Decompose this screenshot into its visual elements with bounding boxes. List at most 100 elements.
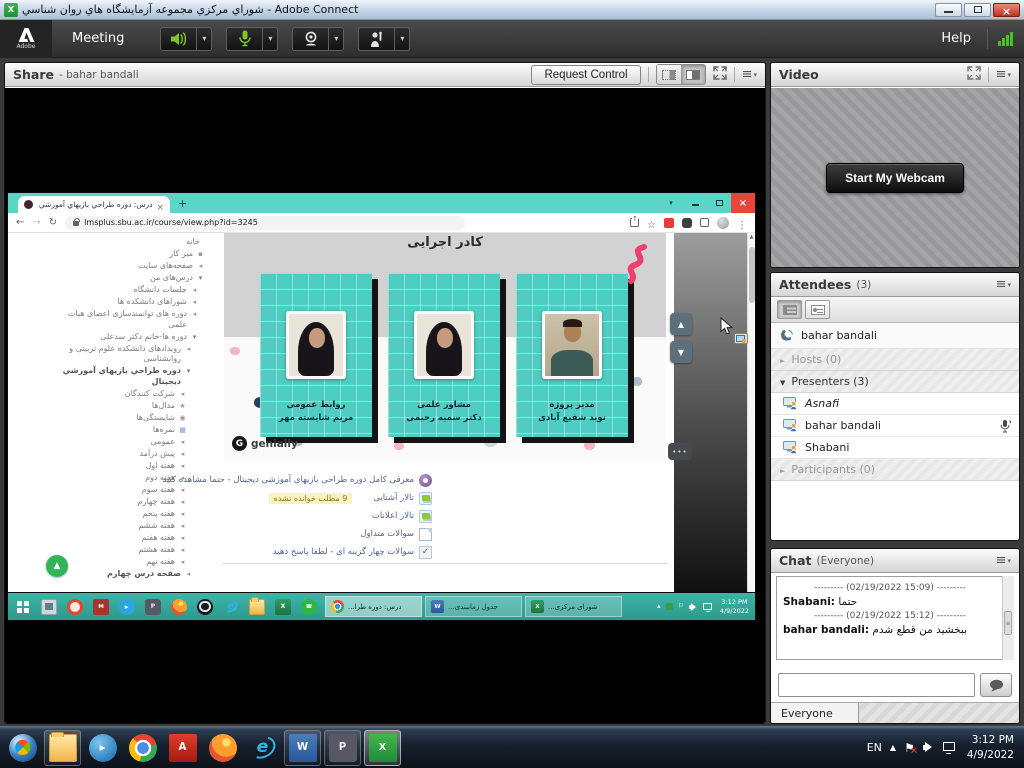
meeting-menu[interactable]: Meeting [52, 31, 144, 46]
status-dropdown[interactable] [394, 27, 410, 51]
taskbar-app-button[interactable] [324, 730, 361, 766]
send-message-button[interactable] [980, 673, 1012, 697]
lms-nav-item[interactable]: دوره ها-خانم دکتر سدعلی [58, 332, 212, 343]
tray-flag-icon[interactable]: ⚐ [678, 603, 684, 610]
lms-nav-item[interactable]: جلسات دانشگاه [58, 285, 212, 296]
lms-nav-item[interactable]: صفحه درس چهارم [58, 569, 212, 580]
back-button[interactable]: ← [16, 218, 24, 228]
taskbar-app-button[interactable] [4, 730, 41, 766]
shared-taskbar-app-button[interactable] [275, 599, 291, 615]
lms-nav-item[interactable]: هفته اول [58, 461, 212, 472]
presenter-row[interactable]: Asnafi [771, 393, 1019, 415]
taskbar-app-button[interactable] [284, 730, 321, 766]
page-scrollbar[interactable]: ▲ [747, 233, 755, 593]
share-fullscreen-button[interactable] [713, 65, 727, 84]
taskbar-app-button[interactable] [244, 730, 281, 766]
address-bar[interactable]: lmsplus.sbu.ac.ir/course/view.php?id=324… [65, 216, 465, 230]
lms-nav-item[interactable]: میز کار [58, 249, 212, 260]
extension-adblock-icon[interactable] [664, 218, 674, 228]
attendees-pod-menu-button[interactable] [996, 278, 1011, 291]
slide-up-button[interactable]: ▲ [670, 313, 692, 335]
video-fullscreen-button[interactable] [967, 65, 981, 84]
browser-tab[interactable]: درس: دوره طراحي بازيهاي آموزشي [18, 196, 170, 213]
attendee-list-view-button[interactable] [777, 300, 802, 319]
connection-status-icon[interactable] [988, 32, 1024, 46]
chat-pod-menu-button[interactable] [996, 554, 1011, 567]
lms-nav-item[interactable]: شرکت کنندگان [58, 389, 212, 400]
scrollbar-thumb[interactable] [749, 247, 755, 303]
extension-icon[interactable] [682, 218, 692, 228]
chat-scrollbar[interactable] [1002, 576, 1014, 660]
activity-link[interactable]: تالار اعلانات [372, 511, 414, 521]
raise-hand-button[interactable] [358, 27, 394, 51]
close-button[interactable] [993, 3, 1020, 17]
shared-taskbar-app-button[interactable] [223, 599, 239, 615]
shared-window-button[interactable]: جدول زمانبندی... [425, 596, 522, 617]
microphone-button[interactable] [226, 27, 262, 51]
browser-restore-button[interactable] [707, 193, 731, 213]
taskbar-app-button[interactable] [84, 730, 121, 766]
start-webcam-button[interactable]: Start My Webcam [826, 163, 964, 193]
webcam-button[interactable] [292, 27, 328, 51]
forward-button[interactable]: → [32, 218, 40, 228]
scroll-up-arrow-icon[interactable]: ▲ [748, 234, 755, 240]
lms-nav-item[interactable]: شایستگی‌ها [58, 413, 212, 424]
presenter-row[interactable]: Shabani [771, 437, 1019, 459]
new-tab-button[interactable] [178, 197, 187, 210]
reading-list-icon[interactable] [700, 218, 709, 227]
microphone-dropdown[interactable] [262, 27, 278, 51]
lms-nav-item[interactable]: درس‌های من [58, 273, 212, 284]
webcam-dropdown[interactable] [328, 27, 344, 51]
shared-window-button[interactable]: شورای مرکزی... [525, 596, 622, 617]
bookmark-star-icon[interactable] [647, 213, 656, 232]
taskbar-app-button[interactable] [204, 730, 241, 766]
shared-taskbar-app-button[interactable] [119, 599, 135, 615]
speaker-button[interactable] [160, 27, 196, 51]
lms-nav-item[interactable]: نمره‌ها [58, 425, 212, 436]
participants-group-header[interactable]: Participants (0) [771, 459, 1019, 481]
shared-taskbar-app-button[interactable] [197, 599, 213, 615]
back-to-top-button[interactable] [46, 555, 68, 577]
network-icon[interactable] [943, 742, 955, 751]
request-control-button[interactable]: Request Control [531, 65, 640, 85]
shared-taskbar-app-button[interactable] [67, 599, 83, 615]
chat-input[interactable] [778, 673, 975, 697]
lms-nav-item[interactable]: صفحه‌های سایت [58, 261, 212, 272]
everyone-tab[interactable]: Everyone [771, 703, 859, 723]
telephony-user-row[interactable]: bahar bandali [771, 323, 1019, 349]
shared-taskbar-app-button[interactable] [145, 599, 161, 615]
share-pod-menu-button[interactable] [742, 68, 757, 81]
taskbar-clock[interactable]: 3:12 PM 4/9/2022 [963, 733, 1014, 761]
taskbar-app-button[interactable] [44, 730, 81, 766]
genially-logo[interactable]: G genially [232, 436, 298, 451]
lms-nav-item[interactable]: شوراهای دانشکده ها [58, 297, 212, 308]
activity-link[interactable]: سوالات چهار گزینه ای - لطفا پاسخ دهید [273, 547, 414, 557]
lms-nav-item[interactable]: خانه [58, 237, 212, 248]
browser-menu-icon[interactable] [737, 213, 747, 232]
tab-search-button[interactable] [659, 193, 683, 213]
volume-icon[interactable] [923, 742, 935, 753]
genially-more-button[interactable] [668, 443, 692, 460]
tray-network-icon[interactable] [703, 603, 712, 610]
lms-nav-item[interactable]: رویدادهای دانشکده علوم تربیتی و روانشناس… [58, 344, 212, 365]
shared-clock[interactable]: 3:12 PM 4/9/2022 [717, 598, 752, 616]
slide-down-button[interactable]: ▼ [670, 341, 692, 363]
staff-card[interactable]: مشاور علمی دکتر سمیه رحیمی [388, 273, 500, 437]
tray-expand-icon[interactable]: ▲ [890, 743, 896, 752]
reload-button[interactable]: ↻ [49, 218, 57, 228]
tab-close-icon[interactable] [156, 195, 164, 214]
taskbar-app-button[interactable] [124, 730, 161, 766]
minimize-button[interactable] [935, 3, 962, 17]
fit-page-view-button[interactable] [657, 65, 681, 84]
lms-nav-item[interactable]: مدال‌ها [58, 401, 212, 412]
taskbar-app-button[interactable] [364, 730, 401, 766]
help-menu[interactable]: Help [925, 31, 987, 46]
lms-nav-item[interactable]: دوره های توانمندسازی اعضای هیات علمی [58, 309, 212, 330]
taskbar-app-button[interactable] [164, 730, 201, 766]
shared-taskbar-app-button[interactable] [249, 599, 265, 615]
hosts-group-header[interactable]: Hosts (0) [771, 349, 1019, 371]
share-page-icon[interactable] [630, 218, 639, 227]
activity-link[interactable]: تالار آشنایی [373, 493, 414, 503]
staff-card[interactable]: روابط عمومی مریم شایسته مهر [260, 273, 372, 437]
lms-nav-item[interactable]: دوره طراحي بازيهاي آموزشي ديجيتال [58, 366, 212, 387]
